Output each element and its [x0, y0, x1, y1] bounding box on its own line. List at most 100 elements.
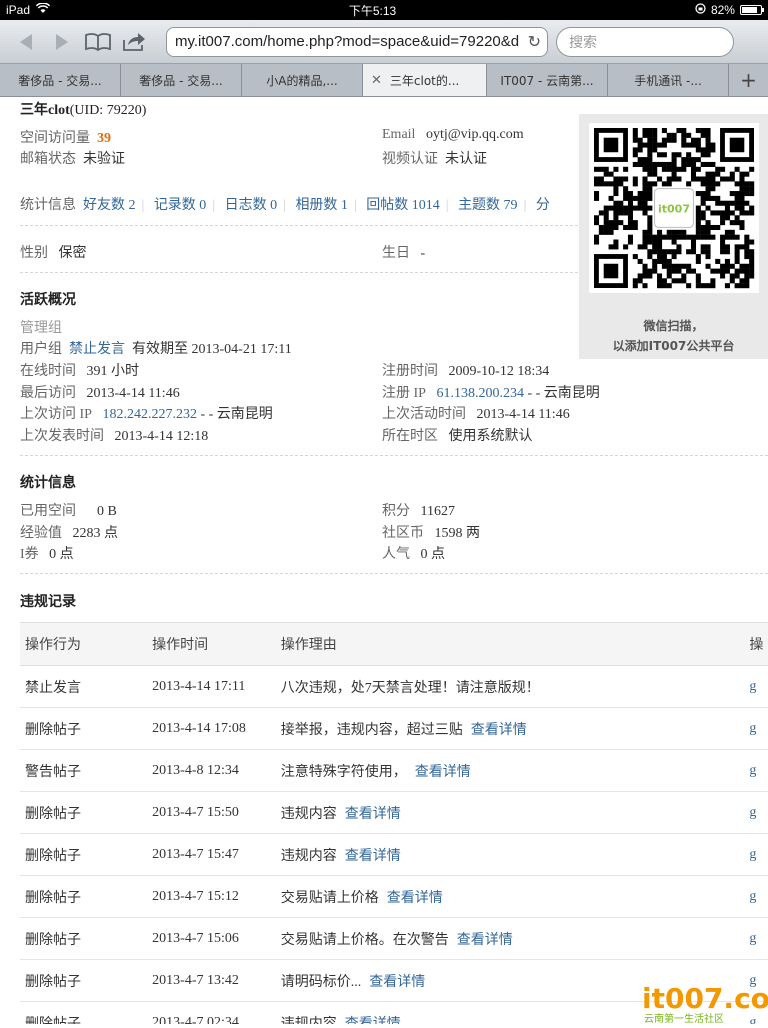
search-placeholder: 搜索 [569, 34, 597, 51]
view-detail-link[interactable]: 查看详情 [345, 849, 401, 864]
register-ip-label: 注册 IP [382, 386, 426, 401]
share-icon [123, 32, 145, 51]
view-detail-link[interactable]: 查看详情 [415, 765, 471, 780]
last-active-label: 上次活动时间 [382, 407, 466, 422]
tab-bar: 奢侈品 - 交易... 奢侈品 - 交易... 小A的精品,... ✕ 三年clo… [0, 64, 768, 97]
qr-code[interactable]: it007 [589, 123, 759, 293]
new-tab-button[interactable]: + [729, 64, 768, 96]
cell-time: 2013-4-7 02:34 [147, 1001, 276, 1024]
last-ip-label: 上次访问 IP [20, 407, 92, 422]
tab-2[interactable]: 奢侈品 - 交易... [121, 64, 242, 96]
reason-text: 违规内容 [280, 1016, 337, 1025]
last-post-row: 上次发表时间 2013-4-14 12:18 [20, 425, 208, 445]
records-link[interactable]: 记录数 0 [154, 198, 207, 213]
tab-1[interactable]: 奢侈品 - 交易... [0, 64, 121, 96]
violations-title: 违规记录 [20, 595, 76, 610]
browser-toolbar: my.it007.com/home.php?mod=space&uid=7922… [0, 20, 768, 64]
threads-link[interactable]: 主题数 79 [458, 198, 518, 213]
user-group-label: 用户组 [20, 342, 62, 357]
timezone-value: 使用系统默认 [448, 429, 533, 444]
view-detail-link[interactable]: 查看详情 [457, 933, 513, 948]
share-button[interactable] [116, 27, 152, 57]
points-label: 积分 [382, 504, 410, 519]
search-field[interactable]: 搜索 [556, 26, 734, 57]
view-detail-link[interactable]: 查看详情 [369, 975, 425, 990]
view-detail-link[interactable]: 查看详情 [345, 1017, 401, 1025]
tab-label: 手机通讯 -... [634, 73, 702, 88]
coins-value: 1598 两 [434, 526, 481, 541]
email-label: Email [382, 127, 416, 142]
cell-operator[interactable]: g [744, 917, 768, 960]
forward-button[interactable] [44, 27, 80, 57]
cell-action: 删除帖子 [20, 917, 148, 960]
register-time-label: 注册时间 [382, 364, 438, 379]
cell-reason: 交易贴请上价格 查看详情 [275, 875, 745, 918]
register-ip-value[interactable]: 61.138.200.234 [436, 386, 524, 401]
tab-6[interactable]: 手机通讯 -... [608, 64, 729, 96]
coins-label: 社区币 [382, 526, 424, 541]
albums-link[interactable]: 相册数 1 [295, 198, 348, 213]
tab-5[interactable]: IT007 - 云南第... [487, 64, 608, 96]
points-row: 积分 11627 [382, 500, 455, 520]
tab-label: 奢侈品 - 交易... [139, 73, 223, 88]
view-detail-link[interactable]: 查看详情 [345, 807, 401, 822]
header-operator: 操 [744, 622, 768, 666]
birthday-label: 生日 [382, 246, 410, 261]
shares-link[interactable]: 分 [536, 198, 550, 213]
cell-operator[interactable]: g [744, 875, 768, 918]
address-bar[interactable]: my.it007.com/home.php?mod=space&uid=7922… [166, 26, 548, 57]
cell-reason: 交易贴请上价格。在次警告 查看详情 [275, 917, 745, 960]
profile-heading: 三年clot(UID: 79220) [20, 99, 146, 119]
popularity-value: 0 点 [420, 547, 446, 562]
activity-title: 活跃概况 [20, 293, 76, 308]
view-detail-link[interactable]: 查看详情 [387, 891, 443, 906]
cell-operator[interactable]: g [744, 707, 768, 750]
tab-3[interactable]: 小A的精品,... [242, 64, 363, 96]
table-row: 删除帖子 2013-4-7 15:50 违规内容 查看详情 g [20, 791, 768, 834]
reason-text: 违规内容 [280, 806, 337, 822]
register-ip-row: 注册 IP 61.138.200.234 - - 云南昆明 [382, 382, 600, 402]
friends-link[interactable]: 好友数 2 [83, 198, 136, 213]
watermark-logo: it007.com 云南第一生活社区 [640, 980, 768, 1025]
cell-action: 警告帖子 [20, 749, 148, 792]
wifi-icon [35, 2, 51, 17]
tab-label: IT007 - 云南第... [500, 73, 594, 88]
cell-operator[interactable]: g [744, 833, 768, 876]
online-row: 在线时间 391 小时 [20, 360, 139, 380]
last-visit-label: 最后访问 [20, 386, 76, 401]
cell-operator[interactable]: g [744, 791, 768, 834]
cell-action: 删除帖子 [20, 875, 148, 918]
gender-label: 性别 [20, 246, 48, 261]
reason-text: 交易贴请上价格 [280, 890, 379, 906]
bookmarks-button[interactable] [80, 27, 116, 57]
replies-link[interactable]: 回帖数 1014 [366, 198, 440, 213]
header-action: 操作行为 [20, 622, 148, 666]
back-button[interactable] [8, 27, 44, 57]
visits-label: 空间访问量 [20, 131, 90, 146]
gender-row: 性别 保密 [20, 242, 87, 262]
last-visit-value: 2013-4-14 11:46 [86, 386, 180, 401]
cell-operator[interactable]: g [744, 749, 768, 792]
status-bar: iPad 下午5:13 82% [0, 0, 768, 20]
reload-icon[interactable]: ↻ [528, 32, 541, 52]
user-group-value[interactable]: 禁止发言 [69, 342, 125, 357]
last-ip-location: - - 云南昆明 [200, 407, 273, 422]
qr-logo-text: it007 [658, 202, 690, 215]
timezone-row: 所在时区 使用系统默认 [382, 425, 533, 445]
email-status-row: 邮箱状态 未验证 [20, 148, 125, 168]
qr-caption-2: 以添加IT007公共平台 [612, 339, 735, 353]
blogs-link[interactable]: 日志数 0 [225, 198, 278, 213]
cell-action: 删除帖子 [20, 833, 148, 876]
last-ip-value[interactable]: 182.242.227.232 [102, 407, 197, 422]
last-visit-row: 最后访问 2013-4-14 11:46 [20, 382, 180, 402]
reason-text: 接举报，违规内容，超过三贴 [280, 722, 463, 738]
cell-reason: 接举报，违规内容，超过三贴 查看详情 [275, 707, 745, 750]
email-status-label: 邮箱状态 [20, 152, 76, 167]
visits-row: 空间访问量 39 [20, 127, 111, 147]
exp-label: 经验值 [20, 526, 62, 541]
tab-4-active[interactable]: ✕ 三年clot的... [363, 64, 487, 96]
cell-operator[interactable]: g [744, 665, 768, 708]
qr-caption-1: 微信扫描， [643, 319, 704, 333]
view-detail-link[interactable]: 查看详情 [471, 723, 527, 738]
close-tab-icon[interactable]: ✕ [371, 73, 382, 88]
